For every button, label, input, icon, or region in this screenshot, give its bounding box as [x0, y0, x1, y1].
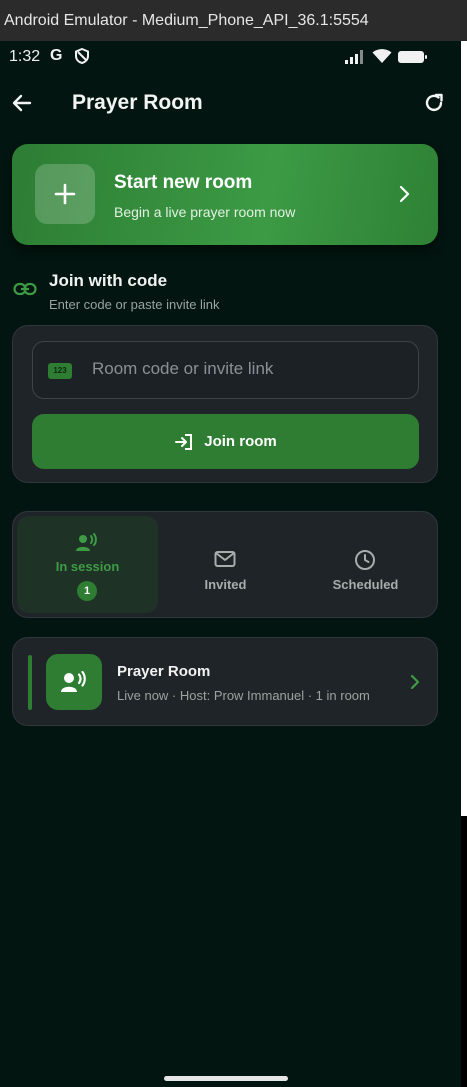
room-title: Prayer Room	[117, 663, 211, 680]
start-new-room-card[interactable]: Start new room Begin a live prayer room …	[12, 144, 438, 245]
tab-in-session[interactable]: In session 1	[17, 516, 158, 613]
clock-icon	[355, 550, 375, 570]
signal-icon	[345, 50, 363, 64]
tab-scheduled-label: Scheduled	[332, 577, 399, 592]
room-code-input[interactable]: 123 Room code or invite link	[32, 341, 419, 399]
tab-invited-label: Invited	[204, 577, 247, 592]
tab-scheduled[interactable]: Scheduled	[295, 516, 436, 613]
tab-invited[interactable]: Invited	[155, 516, 296, 613]
in-session-count-badge: 1	[77, 581, 97, 601]
join-title: Join with code	[49, 271, 168, 290]
login-icon	[175, 433, 193, 450]
person-voice-icon	[76, 533, 97, 551]
room-avatar	[46, 654, 102, 710]
status-time: 1:32	[9, 48, 41, 65]
google-icon: G	[50, 47, 63, 64]
emulator-title: Android Emulator - Medium_Phone_API_36.1…	[4, 12, 369, 29]
gesture-home-bar[interactable]	[164, 1076, 288, 1081]
tab-in-session-label: In session	[55, 559, 120, 574]
join-card: 123 Room code or invite link Join room	[12, 325, 438, 483]
plus-icon	[35, 164, 95, 224]
page-title: Prayer Room	[72, 91, 203, 114]
person-voice-icon	[61, 671, 86, 692]
phone-screen: 1:32 G Prayer Room Start new room Begin …	[0, 41, 461, 1087]
mail-icon	[214, 551, 236, 567]
number-pad-icon: 123	[48, 363, 72, 379]
room-subtitle: Live now · Host: Prow Immanuel · 1 in ro…	[117, 688, 370, 703]
link-icon	[13, 282, 37, 296]
chevron-right-icon	[410, 674, 420, 690]
refresh-icon[interactable]	[422, 91, 446, 115]
status-bar: 1:32 G	[0, 41, 461, 75]
start-room-title: Start new room	[114, 172, 253, 193]
battery-icon	[398, 51, 427, 63]
join-subtitle: Enter code or paste invite link	[49, 297, 220, 312]
live-indicator-bar	[28, 655, 32, 710]
room-code-placeholder: Room code or invite link	[92, 359, 274, 378]
room-tabs: In session 1 Invited Scheduled	[12, 511, 438, 618]
shield-icon	[75, 48, 89, 64]
room-list-item[interactable]: Prayer Room Live now · Host: Prow Immanu…	[12, 637, 438, 726]
emulator-side-panel	[460, 41, 467, 1087]
emulator-title-bar: Android Emulator - Medium_Phone_API_36.1…	[0, 0, 467, 41]
start-room-subtitle: Begin a live prayer room now	[114, 204, 296, 220]
chevron-right-icon	[399, 185, 410, 203]
join-room-button[interactable]: Join room	[32, 414, 419, 469]
app-bar: Prayer Room	[0, 81, 461, 125]
wifi-icon	[372, 49, 392, 63]
join-room-label: Join room	[204, 433, 277, 450]
back-arrow-icon[interactable]	[10, 91, 34, 115]
